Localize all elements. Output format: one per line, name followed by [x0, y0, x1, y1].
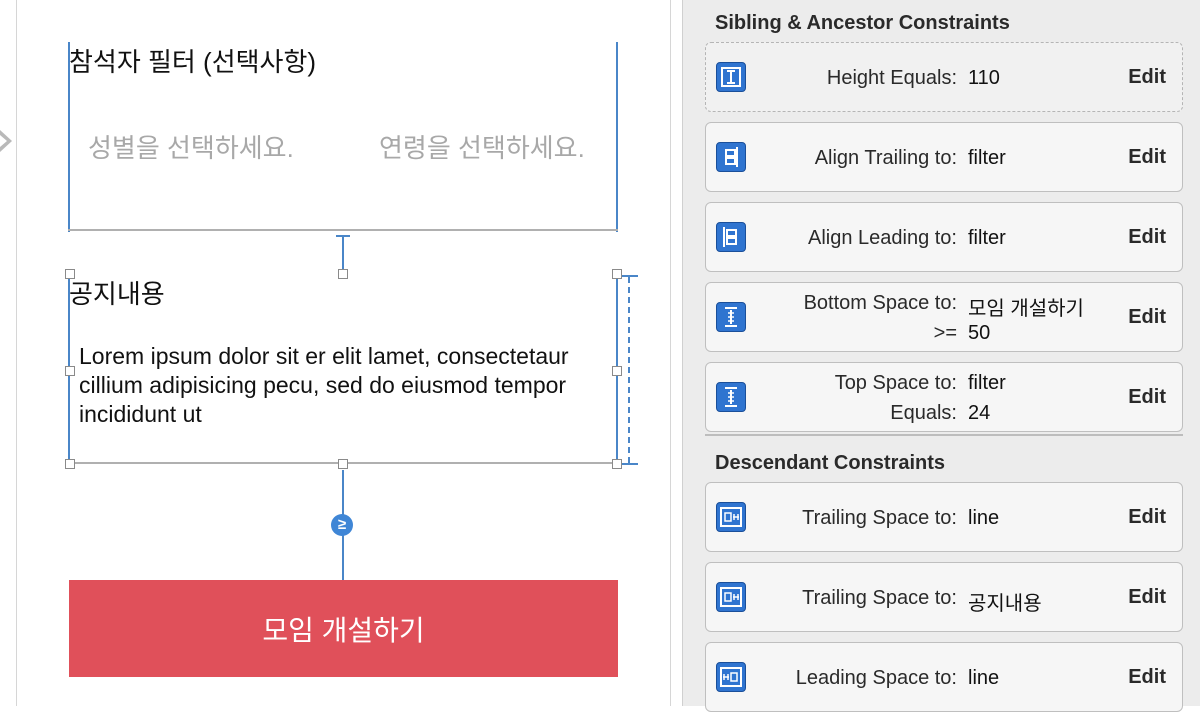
constraint-row-height[interactable]: Height Equals: 110 Edit	[705, 42, 1183, 112]
trailing-space-icon	[716, 582, 746, 612]
notice-body-text: Lorem ipsum dolor sit er elit lamet, con…	[79, 343, 569, 427]
edit-button[interactable]: Edit	[1128, 146, 1166, 169]
trailing-space-icon	[716, 502, 746, 532]
notice-title: 공지내용	[69, 279, 165, 309]
sibling-constraints-header: Sibling & Ancestor Constraints	[715, 12, 1010, 34]
constraint-constant: 24	[968, 402, 991, 424]
constraint-value: 공지내용	[968, 593, 1042, 615]
height-constraint-cap-bottom	[622, 463, 638, 465]
constraint-row-bottom-space[interactable]: Bottom Space to: 모임 개설하기 >= 50 Edit	[705, 282, 1183, 352]
canvas-edge	[16, 0, 17, 706]
section-divider	[705, 434, 1183, 436]
height-constraint[interactable]	[628, 277, 630, 463]
constraint-label: Trailing Space to:	[802, 507, 957, 529]
resize-handle-right[interactable]	[612, 366, 622, 376]
descendant-constraints-header: Descendant Constraints	[715, 452, 946, 474]
constraint-relation-label: Equals:	[890, 402, 957, 424]
align-trailing-icon	[716, 142, 746, 172]
constraint-row-trailing-notice[interactable]: Trailing Space to: 공지내용 Edit	[705, 562, 1183, 632]
resize-handle-top-left[interactable]	[65, 269, 75, 279]
resize-handle-top-right[interactable]	[612, 269, 622, 279]
constraint-row-leading-line[interactable]: Leading Space to: line Edit	[705, 642, 1183, 712]
vertical-space-icon	[716, 382, 746, 412]
greater-or-equal-badge: ≥	[331, 514, 353, 536]
constraint-value: 모임 개설하기	[968, 298, 1084, 320]
constraint-value: line	[968, 507, 1000, 529]
constraint-row-align-leading[interactable]: Align Leading to: filter Edit	[705, 202, 1183, 272]
align-leading-icon	[716, 222, 746, 252]
resize-handle-bottom-right[interactable]	[612, 459, 622, 469]
edit-button[interactable]: Edit	[1128, 666, 1166, 689]
constraint-row-trailing-line[interactable]: Trailing Space to: line Edit	[705, 482, 1183, 552]
leading-space-icon	[716, 662, 746, 692]
constraint-row-top-space[interactable]: Top Space to: filter Equals: 24 Edit	[705, 362, 1183, 432]
constraint-value: filter	[968, 147, 1006, 169]
vertical-space-icon	[716, 302, 746, 332]
constraint-value: 110	[968, 67, 1000, 89]
constraint-label: Top Space to:	[834, 372, 957, 394]
storyboard-canvas[interactable]: 참석자 필터 (선택사항) 성별을 선택하세요. 연령을 선택하세요. 공지내용…	[0, 0, 672, 706]
edit-button[interactable]: Edit	[1128, 386, 1166, 409]
age-select[interactable]: 연령을 선택하세요.	[379, 128, 585, 165]
filter-separator-line	[68, 229, 618, 231]
constraint-value: filter	[968, 372, 1006, 394]
edit-button[interactable]: Edit	[1128, 66, 1166, 89]
constraint-label: Align Leading to:	[807, 227, 957, 249]
filter-trailing-edge	[616, 42, 618, 232]
create-meeting-button[interactable]: 모임 개설하기	[69, 580, 618, 677]
edit-button[interactable]: Edit	[1128, 506, 1166, 529]
height-constraint-icon	[716, 62, 746, 92]
constraint-row-align-trailing[interactable]: Align Trailing to: filter Edit	[705, 122, 1183, 192]
resize-handle-top[interactable]	[338, 269, 348, 279]
gender-select[interactable]: 성별을 선택하세요.	[88, 128, 294, 165]
constraint-label: Height Equals:	[826, 67, 957, 89]
constraint-value: line	[968, 667, 1000, 689]
entry-arrow-icon	[0, 130, 12, 152]
constraint-value: filter	[968, 227, 1006, 249]
constraint-label: Leading Space to:	[795, 667, 957, 689]
resize-handle-left[interactable]	[65, 366, 75, 376]
edit-button[interactable]: Edit	[1128, 306, 1166, 329]
edit-button[interactable]: Edit	[1128, 226, 1166, 249]
constraint-relation-label: >=	[933, 322, 957, 344]
edit-button[interactable]: Edit	[1128, 586, 1166, 609]
resize-handle-bottom-left[interactable]	[65, 459, 75, 469]
canvas-divider	[670, 0, 671, 706]
top-space-constraint[interactable]	[342, 235, 344, 269]
constraint-label: Bottom Space to:	[803, 292, 957, 314]
constraint-label: Trailing Space to:	[802, 587, 957, 609]
height-constraint-cap-top	[622, 275, 638, 277]
filter-title: 참석자 필터 (선택사항)	[69, 47, 317, 77]
size-inspector: Sibling & Ancestor Constraints Height Eq…	[682, 0, 1200, 712]
constraint-label: Align Trailing to:	[814, 147, 957, 169]
resize-handle-bottom[interactable]	[338, 459, 348, 469]
constraint-constant: 50	[968, 322, 991, 344]
